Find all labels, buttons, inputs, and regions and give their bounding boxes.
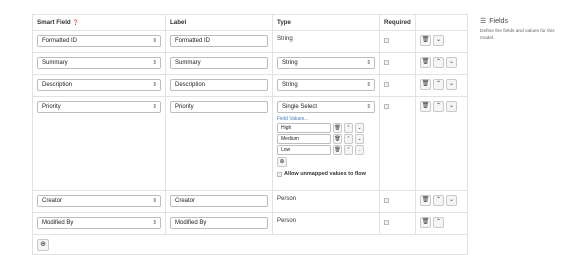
smart-field-select[interactable]: Description ⇕ [37,79,161,91]
chevron-down-icon[interactable]: ⌄ [355,134,364,144]
allow-unmapped-option[interactable]: Allow unmapped values to flow [277,171,375,177]
page: Smart Field ❓ Label Type Required Format… [0,0,576,255]
type-select[interactable]: Single Select ⇕ [277,101,375,113]
chevron-up-icon[interactable]: ⌃ [344,123,353,133]
field-values-link[interactable]: Field Values... [277,116,375,122]
field-value-row: High 🗑 ⌃ ⌄ [277,123,375,133]
smart-field-select[interactable]: Priority ⇕ [37,101,161,113]
chevron-down-icon[interactable]: ⌄ [446,79,457,90]
table-row: Priority ⇕ Priority Single Select ⇕ Field … [32,96,468,191]
select-arrow-icon: ⇕ [152,38,157,44]
chevron-up-icon[interactable]: ⌃ [433,195,444,206]
type-text: Person [277,218,297,224]
required-checkbox[interactable] [384,220,389,225]
field-value-input[interactable]: High [277,123,331,133]
select-arrow-icon: ⇕ [152,82,157,88]
required-checkbox[interactable] [384,82,389,87]
field-value-row: Medium 🗑 ⌃ ⌄ [277,134,375,144]
label-input[interactable]: Summary [170,57,268,69]
trash-icon[interactable]: 🗑 [420,35,431,46]
help-icon[interactable]: ❓ [72,20,78,26]
type-text: Person [277,196,297,202]
trash-icon[interactable]: 🗑 [333,123,342,133]
required-checkbox[interactable] [384,104,389,109]
add-field-button[interactable]: ⊕ [37,239,49,251]
required-checkbox[interactable] [384,198,389,203]
chevron-down-icon[interactable]: ⌄ [446,57,457,68]
table-row: Creator ⇕ Creator Person 🗑 ⌃ ⌄ [32,190,468,213]
trash-icon[interactable]: 🗑 [420,57,431,68]
trash-icon[interactable]: 🗑 [420,195,431,206]
select-arrow-icon: ⇕ [152,220,157,226]
label-input[interactable]: Creator [170,195,268,207]
type-select[interactable]: String ⇕ [277,57,375,69]
allow-unmapped-checkbox[interactable] [277,171,282,177]
header-type: Type [272,14,380,31]
table-row: Modified By ⇕ Modified By Person 🗑 ⌃ [32,212,468,235]
sidebar-description: Define the fields and values for this mo… [480,29,555,41]
chevron-up-icon[interactable]: ⌃ [344,134,353,144]
select-arrow-icon: ⇕ [152,198,157,204]
required-checkbox[interactable] [384,60,389,65]
add-row: ⊕ [32,234,468,255]
type-text: String [277,36,293,42]
smart-field-select[interactable]: Modified By ⇕ [37,217,161,229]
select-arrow-icon: ⇕ [152,104,157,110]
chevron-down-icon[interactable]: ⌄ [446,101,457,112]
select-arrow-icon: ⇕ [366,60,371,66]
chevron-down-icon[interactable]: ⌄ [433,35,444,46]
header-smart-field: Smart Field ❓ [32,14,166,31]
chevron-up-icon[interactable]: ⌃ [433,79,444,90]
select-arrow-icon: ⇕ [366,104,371,110]
sidebar: ☰ Fields Define the fields and values fo… [480,17,570,42]
chevron-up-icon[interactable]: ⌃ [433,57,444,68]
trash-icon[interactable]: 🗑 [333,134,342,144]
table-row: Formatted ID ⇕ Formatted ID String 🗑 ⌄ [32,30,468,53]
table-row: Description ⇕ Description String ⇕ 🗑 ⌃ ⌄ [32,74,468,97]
label-input[interactable]: Formatted ID [170,35,268,47]
header-label: Label [165,14,273,31]
label-input[interactable]: Modified By [170,217,268,229]
header-actions [415,14,468,31]
chevron-down-icon[interactable]: ⌄ [355,123,364,133]
trash-icon[interactable]: 🗑 [420,79,431,90]
smart-field-select[interactable]: Creator ⇕ [37,195,161,207]
trash-icon[interactable]: 🗑 [333,145,342,155]
field-value-row: Low 🗑 ⌃ ⌄ [277,145,375,155]
label-input[interactable]: Priority [170,101,268,113]
list-icon: ☰ [480,18,487,25]
trash-icon[interactable]: 🗑 [420,101,431,112]
field-value-input[interactable]: Medium [277,134,331,144]
chevron-up-icon[interactable]: ⌃ [433,101,444,112]
sidebar-title: ☰ Fields [480,17,508,26]
required-checkbox[interactable] [384,38,389,43]
smart-field-select[interactable]: Formatted ID ⇕ [37,35,161,47]
smart-field-select[interactable]: Summary ⇕ [37,57,161,69]
table-header: Smart Field ❓ Label Type Required [32,14,468,31]
chevron-up-icon[interactable]: ⌃ [344,145,353,155]
fields-table: Smart Field ❓ Label Type Required Format… [32,14,468,255]
trash-icon[interactable]: 🗑 [420,217,431,228]
add-field-value-button[interactable]: ⊕ [277,157,287,167]
type-select[interactable]: String ⇕ [277,79,375,91]
chevron-up-icon[interactable]: ⌃ [433,217,444,228]
table-row: Summary ⇕ Summary String ⇕ 🗑 ⌃ ⌄ [32,52,468,75]
chevron-down-icon[interactable]: ⌄ [355,145,364,155]
select-arrow-icon: ⇕ [366,82,371,88]
label-input[interactable]: Description [170,79,268,91]
chevron-down-icon[interactable]: ⌄ [446,195,457,206]
select-arrow-icon: ⇕ [152,60,157,66]
header-required: Required [379,14,416,31]
field-value-input[interactable]: Low [277,145,331,155]
